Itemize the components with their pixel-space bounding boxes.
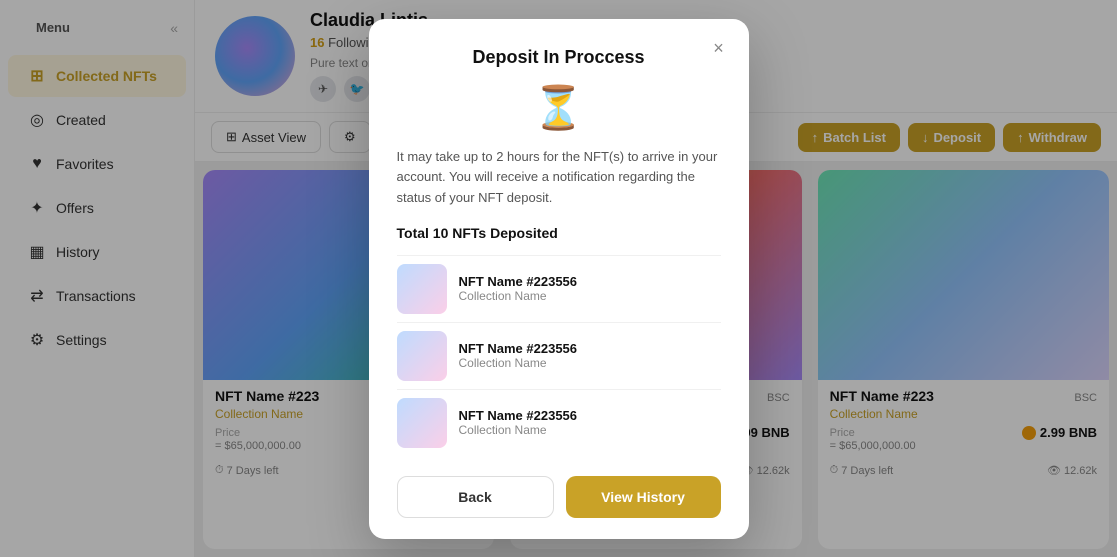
nft-item-info: NFT Name #223556 Collection Name: [459, 274, 578, 303]
modal-overlay: × Deposit In Proccess ⏳ It may take up t…: [0, 0, 1117, 557]
nft-item-info: NFT Name #223556 Collection Name: [459, 408, 578, 437]
modal-total: Total 10 NFTs Deposited: [397, 225, 721, 241]
nft-item-collection: Collection Name: [459, 423, 578, 437]
nft-list-item: NFT Name #223556 Collection Name: [397, 389, 721, 456]
nft-item-name: NFT Name #223556: [459, 341, 578, 356]
page-background: Menu « ⊞ Collected NFTs ◎ Created ♥ Favo…: [0, 0, 1117, 557]
nft-item-collection: Collection Name: [459, 356, 578, 370]
modal-description: It may take up to 2 hours for the NFT(s)…: [397, 147, 721, 209]
hourglass-icon: ⏳: [397, 84, 721, 133]
view-history-button[interactable]: View History: [566, 476, 721, 518]
modal-footer: Back View History: [397, 476, 721, 518]
nft-thumbnail: [397, 264, 447, 314]
nft-list-item: NFT Name #223556 Collection Name: [397, 255, 721, 322]
nft-item-collection: Collection Name: [459, 289, 578, 303]
nft-item-name: NFT Name #223556: [459, 408, 578, 423]
nft-item-info: NFT Name #223556 Collection Name: [459, 341, 578, 370]
nft-thumbnail: [397, 398, 447, 448]
deposit-modal: × Deposit In Proccess ⏳ It may take up t…: [369, 19, 749, 539]
nft-list-item: NFT Name #223556 Collection Name: [397, 322, 721, 389]
nft-thumbnail: [397, 331, 447, 381]
back-button[interactable]: Back: [397, 476, 554, 518]
nft-item-name: NFT Name #223556: [459, 274, 578, 289]
modal-title: Deposit In Proccess: [397, 47, 721, 68]
modal-close-button[interactable]: ×: [705, 35, 733, 63]
